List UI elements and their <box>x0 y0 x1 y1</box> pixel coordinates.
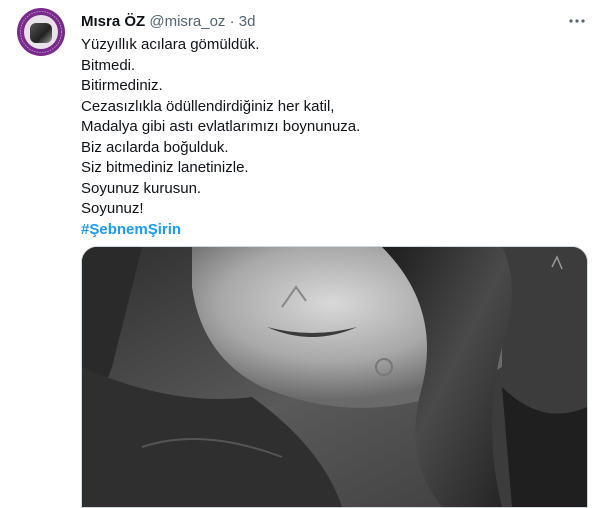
tweet-card: Mısra ÖZ @misra_oz · 3d Yüzyıllık acılar… <box>0 0 597 508</box>
tweet-text-line: Bitmedi. <box>81 56 136 74</box>
tweet-text-line: Madalya gibi astı evlatlarımızı boynunuz… <box>81 118 361 135</box>
photo-image <box>82 247 587 507</box>
avatar-ring-decoration <box>20 11 62 53</box>
more-options-button[interactable] <box>566 10 588 32</box>
tweet-text-line: Yüzyıllık acılara gömüldük. <box>81 36 260 53</box>
tweet-header: Mısra ÖZ @misra_oz · 3d <box>81 12 255 32</box>
more-horizontal-icon <box>569 19 585 23</box>
tweet-text-line: Soyunuz kurusun. <box>81 179 202 197</box>
author-name[interactable]: Mısra ÖZ <box>81 13 145 30</box>
tweet-text-line: Biz acılarda boğulduk. <box>81 138 229 156</box>
tweet-text-line: Siz bitmediniz lanetinizle. <box>81 159 249 176</box>
avatar[interactable] <box>17 8 65 56</box>
hashtag-link[interactable]: #ŞebnemŞirin <box>81 220 360 241</box>
header-separator: · <box>229 13 235 30</box>
author-handle[interactable]: @misra_oz <box>149 13 225 30</box>
tweet-text-line: Bitirmediniz. <box>81 77 163 94</box>
tweet-timestamp[interactable]: 3d <box>239 13 256 30</box>
tweet-text-line: Soyunuz! <box>81 200 144 217</box>
tweet-media-photo[interactable] <box>81 246 588 508</box>
tweet-text-line: Cezasızlıkla ödüllendirdiğiniz her katil… <box>81 97 335 115</box>
tweet-text: Yüzyıllık acılara gömüldük. Bitmedi. Bit… <box>81 35 360 240</box>
